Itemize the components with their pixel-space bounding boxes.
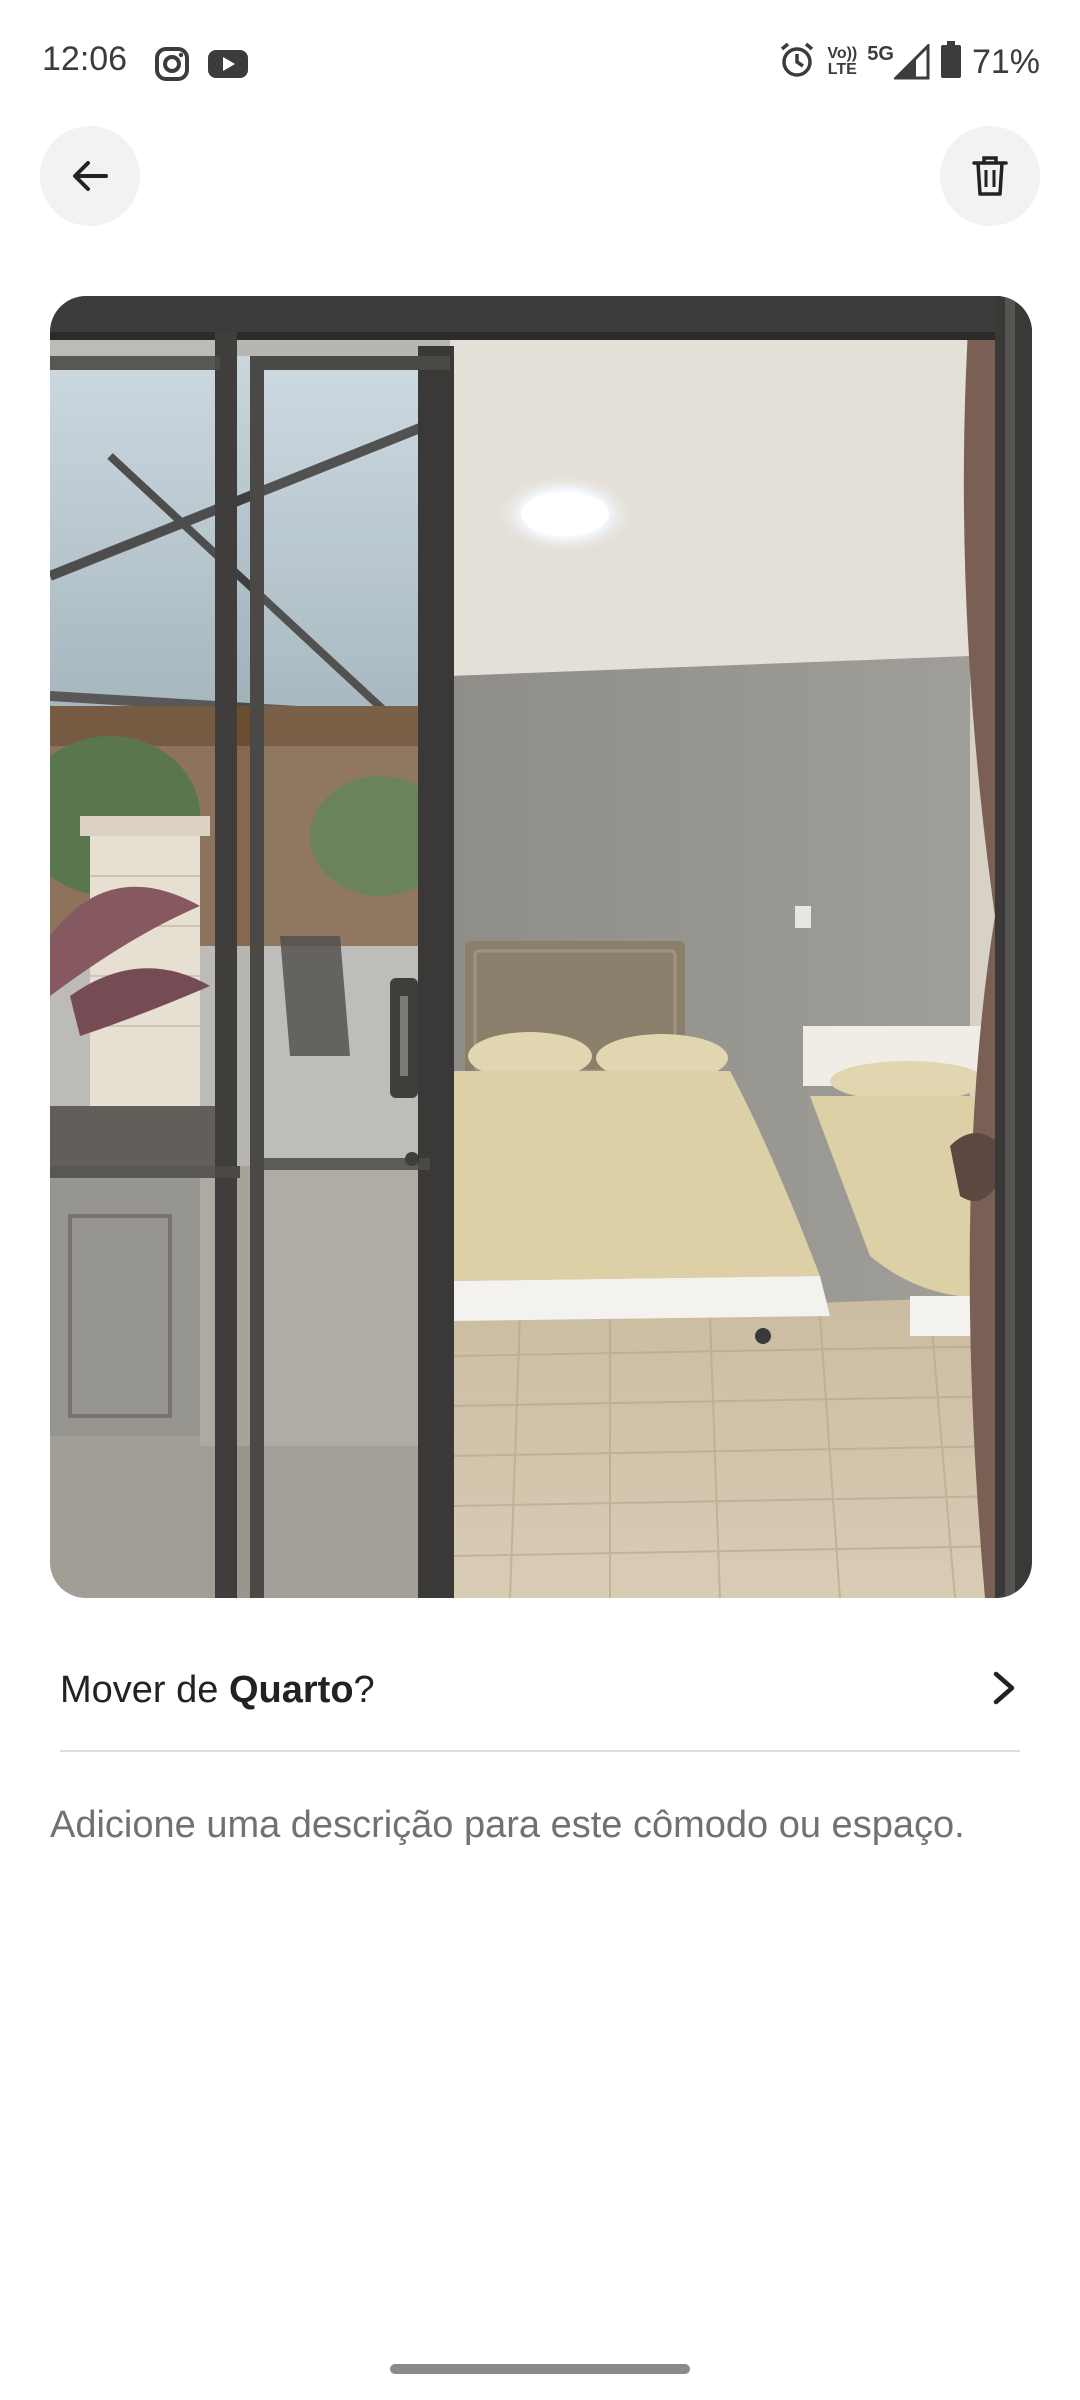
move-room-row[interactable]: Mover de Quarto? bbox=[60, 1630, 1020, 1752]
volte-label: Vo)) bbox=[827, 45, 858, 62]
chevron-right-icon bbox=[988, 1668, 1020, 1713]
move-room-label: Mover de Quarto? bbox=[60, 1669, 375, 1712]
delete-photo-button[interactable] bbox=[940, 126, 1040, 226]
network-5g-label: 5G bbox=[867, 43, 894, 65]
status-time: 12:06 bbox=[42, 40, 128, 78]
battery-icon bbox=[940, 40, 962, 84]
alarm-icon bbox=[777, 40, 817, 85]
youtube-icon bbox=[206, 44, 250, 84]
battery-percent: 71% bbox=[971, 42, 1040, 81]
move-suffix: ? bbox=[353, 1668, 375, 1711]
status-bar: 12:06 Vo)) LTE 5G 71% bbox=[0, 0, 1080, 128]
current-room-name: Quarto bbox=[228, 1668, 354, 1711]
description-input[interactable]: Adicione uma descrição para este cômodo … bbox=[50, 1796, 1010, 1854]
arrow-left-icon bbox=[73, 161, 108, 191]
trash-icon bbox=[972, 156, 1008, 196]
volte-icon: Vo)) LTE bbox=[827, 46, 857, 78]
signal-icon: 5G bbox=[867, 44, 930, 80]
room-photo[interactable] bbox=[50, 296, 1032, 1598]
lte-label: LTE bbox=[827, 61, 857, 78]
instagram-icon bbox=[152, 44, 192, 84]
status-right-icons: Vo)) LTE 5G 71% bbox=[777, 40, 1040, 84]
back-button[interactable] bbox=[40, 126, 140, 226]
move-prefix: Mover de bbox=[60, 1668, 229, 1711]
home-indicator[interactable] bbox=[390, 2364, 690, 2374]
